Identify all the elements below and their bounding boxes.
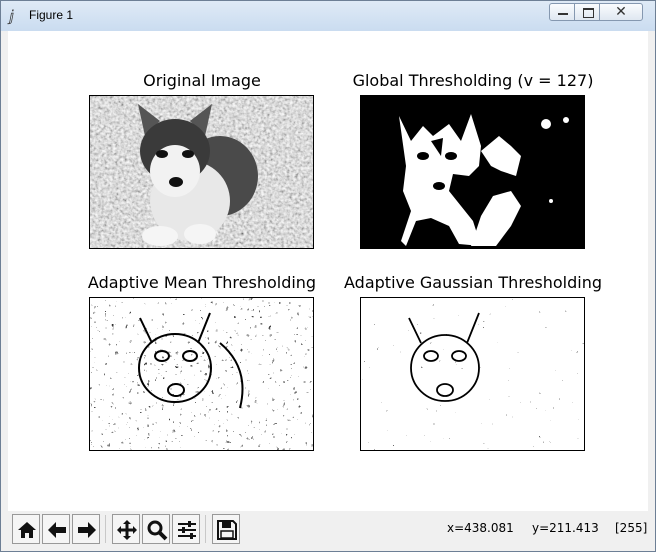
pan-icon <box>117 520 137 540</box>
subplot-title-original: Original Image <box>143 71 261 90</box>
toolbar-separator <box>205 515 206 543</box>
toolbar-separator <box>105 515 106 543</box>
cursor-y-readout: y=211.413 <box>532 521 599 535</box>
cursor-x-readout: x=438.081 <box>447 521 514 535</box>
adaptive-mean-image <box>89 297 314 451</box>
feather-icon: ⅉ <box>9 7 15 25</box>
adaptive-gaussian-image <box>360 297 585 451</box>
configure-subplots-button[interactable] <box>172 514 200 544</box>
subplot-title-adaptive-mean: Adaptive Mean Thresholding <box>87 273 317 292</box>
minimize-icon <box>558 13 568 15</box>
pan-button[interactable] <box>112 514 140 544</box>
global-threshold-image <box>360 95 585 249</box>
forward-button[interactable] <box>72 514 100 544</box>
zoom-icon <box>147 520 168 541</box>
figure-window: ⅉ Figure 1 ✕ Original Image Global Thres… <box>0 0 656 552</box>
close-button[interactable]: ✕ <box>599 3 643 21</box>
save-icon <box>217 520 237 540</box>
save-button[interactable] <box>212 514 240 544</box>
back-arrow-icon <box>48 522 66 538</box>
maximize-icon <box>583 8 594 18</box>
back-button[interactable] <box>42 514 70 544</box>
pixel-value-readout: [255] <box>615 521 648 535</box>
window-title: Figure 1 <box>29 8 74 22</box>
close-icon: ✕ <box>615 4 627 20</box>
zoom-button[interactable] <box>142 514 170 544</box>
forward-arrow-icon <box>78 522 96 538</box>
title-bar[interactable]: ⅉ Figure 1 ✕ <box>1 1 655 31</box>
home-icon <box>18 522 36 538</box>
subplots-config-icon <box>178 521 196 539</box>
subplot-title-adaptive-gaussian: Adaptive Gaussian Thresholding <box>344 273 602 292</box>
maximize-button[interactable] <box>574 3 600 21</box>
navigation-toolbar: x=438.081 y=211.413 [255] <box>8 511 648 547</box>
minimize-button[interactable] <box>549 3 575 21</box>
home-button[interactable] <box>12 514 40 544</box>
original-image <box>89 95 314 249</box>
figure-canvas[interactable]: Original Image Global Thresholding (v = … <box>8 31 648 511</box>
subplot-title-global: Global Thresholding (v = 127) <box>352 71 594 90</box>
